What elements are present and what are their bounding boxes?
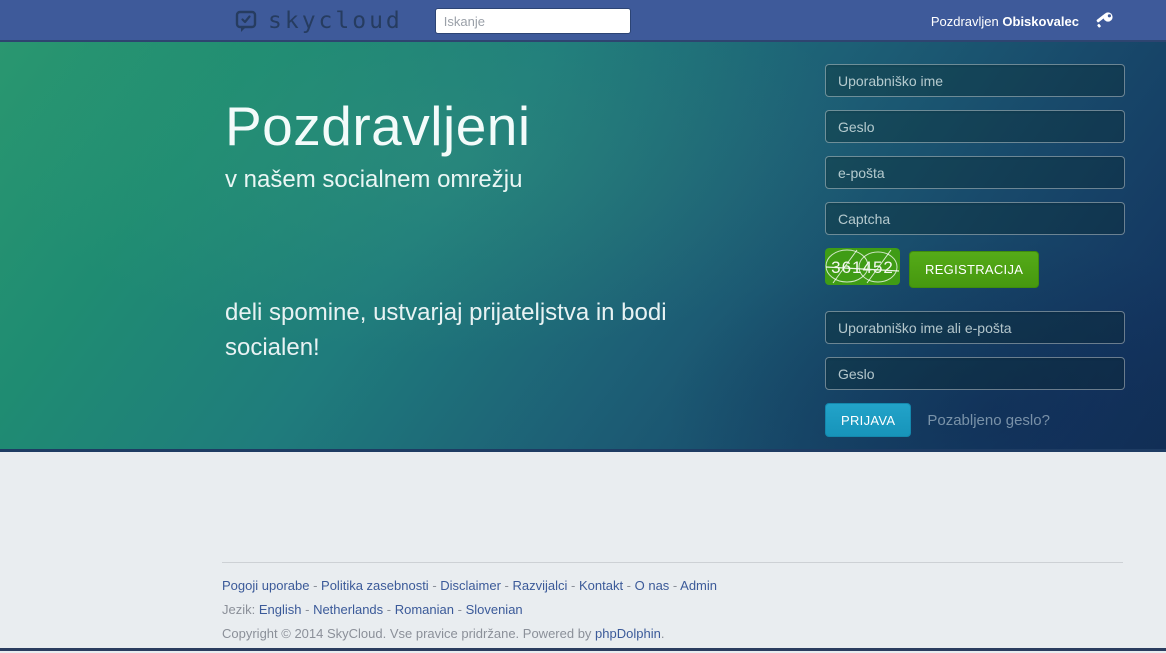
separator: - [669, 578, 680, 593]
language-link[interactable]: Slovenian [466, 602, 523, 617]
footer: Pogoji uporabe - Politika zasebnosti - D… [0, 452, 1166, 641]
phpdolphin-link[interactable]: phpDolphin [595, 626, 661, 641]
separator: - [383, 602, 395, 617]
guest-name: Obiskovalec [1002, 14, 1079, 29]
language-link[interactable]: Romanian [395, 602, 454, 617]
register-email-field[interactable] [825, 156, 1125, 189]
separator: - [429, 578, 441, 593]
login-password-field[interactable] [825, 357, 1125, 390]
register-captcha-field[interactable] [825, 202, 1125, 235]
footer-divider [222, 562, 1123, 563]
register-button[interactable]: REGISTRACIJA [909, 251, 1039, 288]
footer-links: Pogoji uporabe - Politika zasebnosti - D… [222, 578, 1123, 593]
footer-link[interactable]: Politika zasebnosti [321, 578, 429, 593]
brand-name: skycloud [268, 10, 403, 33]
captcha-image[interactable]: 361452 [825, 248, 900, 290]
copyright-suffix: . [661, 626, 665, 641]
footer-link[interactable]: Admin [680, 578, 717, 593]
language-link[interactable]: Netherlands [313, 602, 383, 617]
bottom-bar [0, 648, 1166, 651]
footer-link[interactable]: O nas [635, 578, 670, 593]
language-link[interactable]: English [259, 602, 302, 617]
separator: - [454, 602, 466, 617]
register-form: 361452 REGISTRACIJA [825, 64, 1125, 290]
separator: - [501, 578, 513, 593]
separator: - [309, 578, 321, 593]
register-password-field[interactable] [825, 110, 1125, 143]
separator: - [567, 578, 579, 593]
copyright-text: Copyright © 2014 SkyCloud. Vse pravice p… [222, 626, 595, 641]
page-title: Pozdravljeni [225, 94, 531, 158]
footer-languages: Jezik: English - Netherlands - Romanian … [222, 602, 1123, 617]
greeting-text: Pozdravljen Obiskovalec [931, 14, 1079, 29]
footer-link[interactable]: Pogoji uporabe [222, 578, 309, 593]
captcha-code: 361452 [831, 258, 894, 277]
login-identity-field[interactable] [825, 311, 1125, 344]
footer-link[interactable]: Kontakt [579, 578, 623, 593]
copyright-line: Copyright © 2014 SkyCloud. Vse pravice p… [222, 626, 1123, 641]
language-label: Jezik: [222, 602, 255, 617]
key-icon[interactable] [1093, 11, 1115, 31]
separator: - [302, 602, 314, 617]
search-input[interactable] [435, 8, 631, 34]
speech-bubble-check-icon [234, 9, 258, 33]
tagline: deli spomine, ustvarjaj prijateljstva in… [225, 296, 685, 366]
hero-section: Pozdravljeni v našem socialnem omrežju d… [0, 42, 1166, 452]
footer-link[interactable]: Disclaimer [440, 578, 501, 593]
auth-forms: 361452 REGISTRACIJA PRIJAVA Pozabljeno g… [825, 64, 1125, 437]
login-button[interactable]: PRIJAVA [825, 403, 911, 437]
separator: - [623, 578, 635, 593]
forgot-password-link[interactable]: Pozabljeno geslo? [927, 412, 1050, 429]
brand-logo[interactable]: skycloud [234, 9, 403, 33]
top-navbar: skycloud Pozdravljen Obiskovalec [0, 0, 1166, 42]
login-form: PRIJAVA Pozabljeno geslo? [825, 311, 1125, 437]
footer-link[interactable]: Razvijalci [513, 578, 568, 593]
page-subtitle: v našem socialnem omrežju [225, 166, 522, 194]
register-username-field[interactable] [825, 64, 1125, 97]
